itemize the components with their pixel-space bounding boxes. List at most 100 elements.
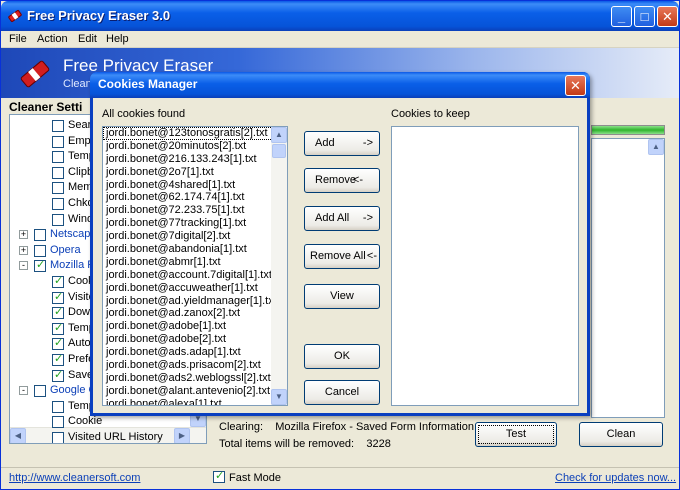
cookie-list-item[interactable]: jordi.bonet@ads2.weblogssl[2].txt (103, 372, 287, 385)
list-scroll-down-icon[interactable]: ▼ (271, 389, 287, 405)
results-list[interactable]: ▲ (591, 138, 665, 418)
cookie-list-item[interactable]: jordi.bonet@account.7digital[1].txt (103, 269, 287, 282)
minimize-button[interactable]: _ (611, 6, 632, 27)
all-cookies-list[interactable]: jordi.bonet@123tonosgratis[2].txt jordi.b… (102, 126, 288, 406)
check-updates-link[interactable]: Check for updates now... (555, 472, 676, 484)
view-button[interactable]: View (304, 284, 380, 309)
cookies-manager-dialog: Cookies Manager ✕ All cookies found Cook… (90, 72, 590, 416)
clean-button[interactable]: Clean (579, 422, 663, 447)
tree-item-label: Opera (50, 243, 81, 256)
maximize-button[interactable]: □ (634, 6, 655, 27)
add-label: Add (315, 137, 335, 149)
banner-subtitle: Clean (63, 78, 92, 90)
cookie-list-item[interactable]: jordi.bonet@ads.prisacom[2].txt (103, 359, 287, 372)
tree-item-checkbox[interactable] (52, 274, 64, 288)
cookie-list-item[interactable]: jordi.bonet@ad.zanox[2].txt (103, 307, 287, 320)
cookie-list-item[interactable]: jordi.bonet@123tonosgratis[2].txt (103, 127, 287, 140)
results-scroll-up-icon[interactable]: ▲ (648, 139, 664, 155)
list-scroll-up-icon[interactable]: ▲ (271, 127, 287, 143)
tree-item-checkbox[interactable] (34, 385, 46, 398)
statusbar: http://www.cleanersoft.com ✓ Fast Mode C… (1, 467, 679, 489)
tree-item-checkbox[interactable] (52, 120, 64, 132)
cookie-list-scrollbar[interactable]: ▲ ▼ (271, 127, 287, 405)
cookie-list-item[interactable]: jordi.bonet@ads.adap[1].txt (103, 346, 287, 359)
keep-cookies-label: Cookies to keep (391, 108, 470, 120)
test-button[interactable]: Test (475, 422, 557, 447)
total-value: 3228 (366, 438, 391, 450)
cookie-list-item[interactable]: jordi.bonet@alant.antevenio[2].txt (103, 385, 287, 398)
cookie-list-item[interactable]: jordi.bonet@adobe[2].txt (103, 333, 287, 346)
cookie-list-item[interactable]: jordi.bonet@ad.yieldmanager[1].txt (103, 295, 287, 308)
cookie-list-item[interactable]: jordi.bonet@alexa[1].txt (103, 398, 287, 405)
main-titlebar[interactable]: Free Privacy Eraser 3.0 _ □ ✕ (1, 1, 679, 31)
arrow-right-icon: -> (362, 137, 373, 149)
clearing-value: Mozilla Firefox - Saved Form Information (275, 421, 474, 433)
menu-file[interactable]: File (9, 33, 27, 45)
cookie-list-item[interactable]: jordi.bonet@abmr[1].txt (103, 256, 287, 269)
cookie-list-item[interactable]: jordi.bonet@20minutos[2].txt (103, 140, 287, 153)
ok-button[interactable]: OK (304, 344, 380, 369)
tree-item-checkbox[interactable] (52, 135, 64, 148)
tree-item-checkbox[interactable] (52, 368, 64, 382)
cookie-list-item[interactable]: jordi.bonet@77tracking[1].txt (103, 217, 287, 230)
progress-bar (591, 125, 665, 135)
cancel-button[interactable]: Cancel (304, 380, 380, 405)
cookie-list-item[interactable]: jordi.bonet@4shared[1].txt (103, 179, 287, 192)
eraser-app-icon (8, 9, 22, 23)
close-button[interactable]: ✕ (657, 6, 678, 27)
tree-item-checkbox[interactable] (34, 229, 46, 242)
remove-label: Remove (315, 174, 356, 186)
scroll-left-icon[interactable]: ◀ (10, 428, 26, 443)
website-link[interactable]: http://www.cleanersoft.com (9, 472, 140, 484)
tree-item-checkbox[interactable] (52, 321, 64, 335)
scroll-thumb[interactable] (272, 144, 286, 158)
cookie-list-item[interactable]: jordi.bonet@abandonia[1].txt (103, 243, 287, 256)
tree-item-checkbox[interactable] (52, 305, 64, 320)
expand-icon[interactable]: + (19, 245, 28, 255)
collapse-icon[interactable]: - (19, 261, 28, 271)
all-cookies-label: All cookies found (102, 108, 186, 120)
remove-button[interactable]: Remove <- (304, 168, 380, 193)
menu-help[interactable]: Help (106, 33, 129, 45)
progress-fill (592, 126, 664, 134)
cookies-to-keep-list[interactable] (391, 126, 579, 406)
tree-item-checkbox[interactable] (52, 182, 64, 195)
fast-mode-checkbox[interactable]: ✓ (213, 470, 225, 483)
collapse-icon[interactable]: - (19, 386, 28, 396)
add-all-label: Add All (315, 212, 350, 224)
tree-item-checkbox[interactable] (52, 352, 64, 366)
checkmark-icon: ✓ (215, 470, 225, 482)
cookie-list-item[interactable]: jordi.bonet@7digital[2].txt (103, 230, 287, 243)
tree-item-checkbox[interactable] (52, 213, 64, 226)
dialog-titlebar[interactable]: Cookies Manager ✕ (90, 72, 590, 98)
cookie-list-item[interactable]: jordi.bonet@accuweather[1].txt (103, 282, 287, 295)
tree-item-checkbox[interactable] (52, 151, 64, 164)
cookie-list-item[interactable]: jordi.bonet@adobe[1].txt (103, 320, 287, 333)
expand-icon[interactable]: + (19, 230, 28, 240)
tree-item-checkbox[interactable] (52, 400, 64, 413)
tree-item-checkbox[interactable] (34, 244, 46, 257)
cookie-list-item[interactable]: jordi.bonet@2o7[1].txt (103, 166, 287, 179)
menu-action[interactable]: Action (37, 33, 68, 45)
tree-item-checkbox[interactable] (52, 198, 64, 210)
tree-item-checkbox[interactable] (52, 336, 64, 351)
cookie-list-item[interactable]: jordi.bonet@72.233.75[1].txt (103, 204, 287, 217)
dialog-close-button[interactable]: ✕ (565, 75, 586, 96)
fast-mode-label: Fast Mode (229, 472, 281, 484)
remove-all-button[interactable]: Remove All <- (304, 244, 380, 269)
menu-edit[interactable]: Edit (78, 33, 97, 45)
tree-item-checkbox[interactable] (52, 432, 64, 443)
total-items-status: Total items will be removed: 3228 (219, 438, 391, 450)
tree-item-checkbox[interactable] (52, 416, 64, 429)
cookie-list-item[interactable]: jordi.bonet@216.133.243[1].txt (103, 153, 287, 166)
app-title: Free Privacy Eraser 3.0 (27, 8, 171, 23)
menubar: File Action Edit Help (1, 31, 679, 48)
tree-item-checkbox[interactable] (52, 290, 64, 304)
tree-item-checkbox[interactable] (52, 166, 64, 179)
scroll-right-icon[interactable]: ▶ (174, 428, 190, 443)
cookie-list-item[interactable]: jordi.bonet@62.174.74[1].txt (103, 191, 287, 204)
add-button[interactable]: Add -> (304, 131, 380, 156)
tree-item-checkbox[interactable] (34, 258, 46, 273)
add-all-button[interactable]: Add All -> (304, 206, 380, 231)
dialog-title: Cookies Manager (98, 77, 198, 91)
